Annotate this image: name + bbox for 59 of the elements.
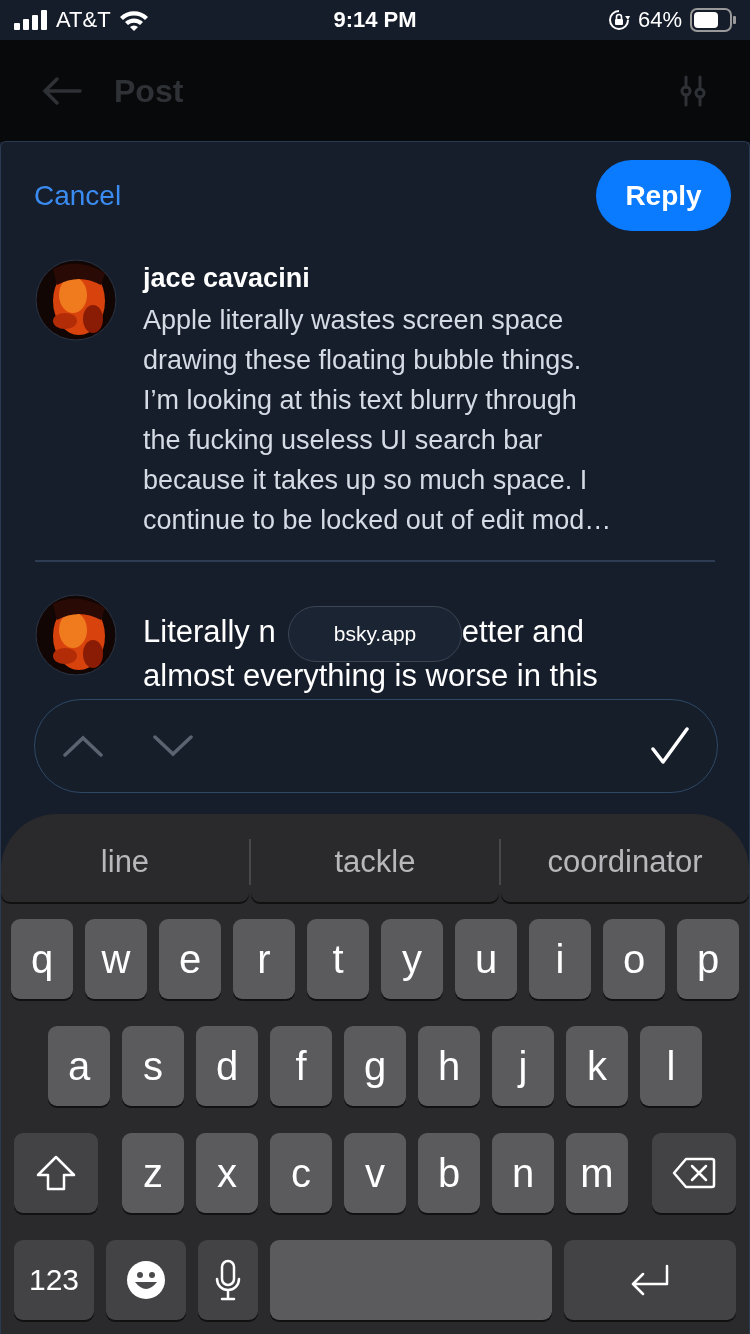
signal-icon — [14, 10, 48, 30]
letter-key[interactable]: m — [566, 1133, 628, 1213]
letter-key[interactable]: k — [566, 1026, 628, 1106]
return-key[interactable] — [564, 1240, 736, 1320]
return-icon — [629, 1264, 671, 1296]
letter-key[interactable]: d — [196, 1026, 258, 1106]
draft-text: Literally n — [143, 614, 276, 649]
letter-key[interactable]: w — [85, 919, 147, 999]
post-text: Apple literally wastes screen space drawing these floating bubble things. I’m looking at this text blurry through the fucking useless UI search bar because it takes up so much space. I continue to be locked out of edit mod… — [143, 304, 612, 537]
suggestion[interactable]: coordinator — [501, 822, 749, 902]
backspace-icon — [672, 1157, 716, 1189]
emoji-key[interactable] — [106, 1240, 186, 1320]
letter-key[interactable]: h — [418, 1026, 480, 1106]
orientation-lock-icon — [607, 9, 630, 31]
letter-key[interactable]: z — [122, 1133, 184, 1213]
microphone-icon — [215, 1259, 241, 1301]
letter-key[interactable]: y — [381, 919, 443, 999]
letter-key[interactable]: l — [640, 1026, 702, 1106]
chevron-up-icon[interactable] — [63, 735, 103, 757]
shift-key[interactable] — [14, 1133, 98, 1213]
letter-key[interactable]: a — [48, 1026, 110, 1106]
letter-key[interactable]: e — [159, 919, 221, 999]
backspace-key[interactable] — [652, 1133, 736, 1213]
letter-key[interactable]: p — [677, 919, 739, 999]
url-pill[interactable]: bsky.app — [288, 606, 462, 662]
letter-key[interactable]: t — [307, 919, 369, 999]
dictation-key[interactable] — [198, 1240, 258, 1320]
cancel-button[interactable]: Cancel — [34, 179, 122, 212]
carrier: AT&T — [56, 7, 111, 33]
emoji-icon — [126, 1260, 166, 1300]
author-name: jace cavacini — [143, 263, 311, 294]
chevron-down-icon[interactable] — [153, 735, 193, 757]
letter-key[interactable]: u — [455, 919, 517, 999]
letter-key[interactable]: x — [196, 1133, 258, 1213]
checkmark-icon[interactable] — [651, 727, 689, 765]
wifi-icon — [118, 9, 149, 31]
letter-key[interactable]: n — [492, 1133, 554, 1213]
letter-key[interactable]: q — [11, 919, 73, 999]
battery-percentage: 64% — [637, 7, 682, 33]
shift-icon — [36, 1155, 76, 1191]
back-arrow-icon[interactable] — [42, 77, 82, 105]
letter-key[interactable]: v — [344, 1133, 406, 1213]
suggestion[interactable]: tackle — [251, 822, 499, 902]
draft-text: etter and — [461, 614, 585, 649]
letter-key[interactable]: s — [122, 1026, 184, 1106]
battery-icon — [690, 8, 736, 32]
letter-key[interactable]: j — [492, 1026, 554, 1106]
sliders-icon[interactable] — [678, 75, 708, 107]
reply-button[interactable]: Reply — [596, 160, 731, 231]
letter-key[interactable]: g — [344, 1026, 406, 1106]
letter-key[interactable]: r — [233, 919, 295, 999]
clock: 9:14 PM — [333, 7, 417, 33]
suggestion[interactable]: line — [1, 822, 249, 902]
letter-key[interactable]: b — [418, 1133, 480, 1213]
letter-key[interactable]: o — [603, 919, 665, 999]
numbers-key[interactable]: 123 — [14, 1240, 94, 1320]
letter-key[interactable]: f — [270, 1026, 332, 1106]
letter-key[interactable]: c — [270, 1133, 332, 1213]
letter-key[interactable]: i — [529, 919, 591, 999]
